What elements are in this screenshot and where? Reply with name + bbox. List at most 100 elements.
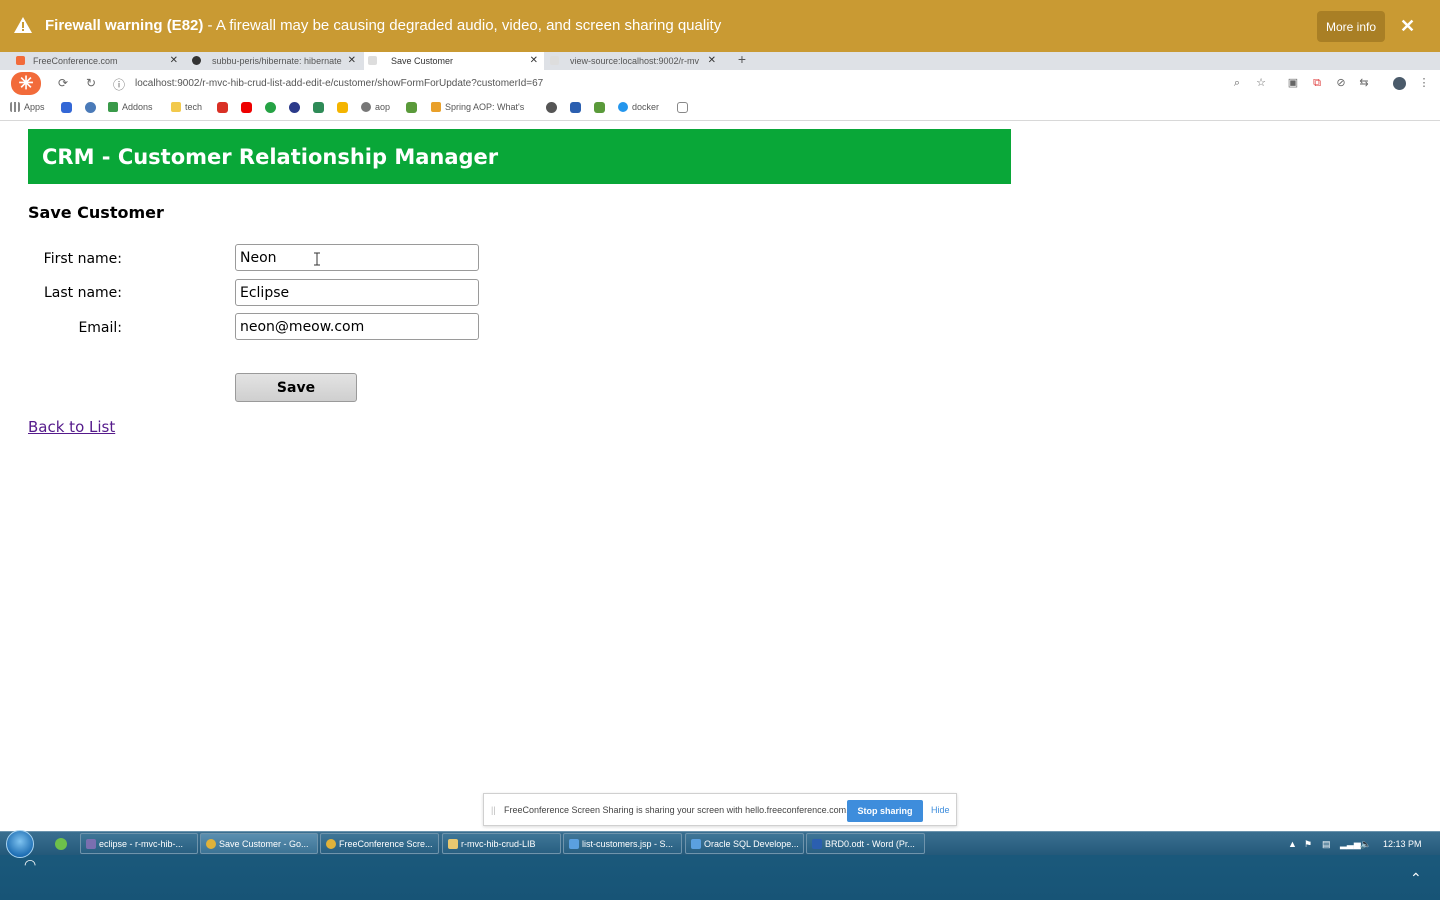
taskbar-label: list-customers.jsp - S... — [582, 838, 674, 849]
spring-bookmark-icon[interactable] — [594, 102, 605, 113]
bookmark-label: Addons — [122, 102, 153, 112]
warning-icon — [14, 17, 32, 33]
tab-label: Save Customer — [391, 56, 454, 66]
bookmark-tech[interactable]: tech — [171, 102, 202, 112]
bookmark-apps[interactable]: Apps — [10, 102, 45, 112]
last-name-field[interactable] — [235, 279, 479, 306]
whatsapp-icon[interactable] — [265, 102, 276, 113]
extension-icon[interactable]: ▣ — [1287, 77, 1299, 89]
bookmark-addons[interactable]: Addons — [108, 102, 153, 112]
tab-freeconference[interactable]: FreeConference.com ✕ — [12, 52, 184, 70]
tray-expand-icon[interactable]: ▲ — [1288, 839, 1297, 849]
freeconference-logo-icon[interactable]: ✳ — [11, 72, 41, 95]
bookmarks-bar — [0, 97, 1440, 121]
first-name-field[interactable] — [235, 244, 479, 271]
banner-text: - A firewall may be causing degraded aud… — [203, 17, 722, 34]
bookmark-aop[interactable]: aop — [361, 102, 390, 112]
crm-header-title: CRM - Customer Relationship Manager — [42, 145, 499, 169]
block-icon[interactable]: ⊘ — [1335, 77, 1347, 89]
spring-icon[interactable] — [406, 102, 417, 113]
sts-icon — [569, 839, 579, 849]
more-info-button[interactable]: More info — [1317, 11, 1385, 42]
youtube-icon[interactable] — [241, 102, 252, 113]
tab-view-source[interactable]: view-source:localhost:9002/r-mv ✕ — [546, 52, 722, 70]
back-to-list-link[interactable]: Back to List — [28, 418, 115, 436]
page-icon — [368, 56, 377, 65]
taskbar-item-word[interactable]: BRD0.odt - Word (Pr... — [806, 833, 925, 854]
hide-link[interactable]: Hide — [931, 805, 950, 815]
new-tab-icon[interactable]: + — [733, 52, 751, 66]
text-cursor-icon — [314, 252, 320, 266]
stop-sharing-button[interactable]: Stop sharing — [847, 800, 923, 822]
sync-icon[interactable]: ⇆ — [1358, 77, 1370, 89]
apps-grid-icon — [10, 102, 20, 112]
history-icon[interactable] — [85, 102, 96, 113]
quicklaunch-icon[interactable] — [55, 838, 67, 850]
word-icon — [812, 839, 822, 849]
back-icon[interactable]: ⟳ — [58, 76, 68, 90]
network-signal-icon[interactable]: ▂▃▅ — [1340, 839, 1361, 850]
email-field[interactable] — [235, 313, 479, 340]
bookmark-label: aop — [375, 102, 391, 112]
tab-label: FreeConference.com — [33, 56, 118, 66]
sharing-message: FreeConference Screen Sharing is sharing… — [504, 805, 849, 815]
profile-avatar[interactable] — [1393, 77, 1406, 90]
last-name-label: Last name: — [43, 285, 122, 301]
taskbar-label: eclipse - r-mvc-hib-... — [99, 838, 184, 849]
tray-app-icon[interactable]: ▤ — [1322, 839, 1331, 850]
close-tab-icon[interactable]: ✕ — [708, 55, 716, 66]
taskbar-item-sql-developer[interactable]: Oracle SQL Develope... — [685, 833, 804, 854]
spring-aop-icon — [431, 102, 441, 112]
puzzle-icon — [108, 102, 118, 112]
freeconference-favicon-icon — [16, 56, 25, 65]
gmail-icon[interactable] — [217, 102, 228, 113]
start-button[interactable] — [6, 830, 34, 858]
drag-handle-icon[interactable]: || — [491, 805, 496, 815]
volume-icon[interactable]: 🔈 — [1360, 839, 1371, 850]
close-icon[interactable]: ✕ — [1400, 16, 1415, 37]
reload-icon[interactable]: ↻ — [86, 76, 96, 90]
taskbar-label: Oracle SQL Develope... — [704, 838, 799, 849]
bookmark-star-icon[interactable]: ☆ — [1255, 77, 1267, 89]
banner-message: Firewall warning (E82) - A firewall may … — [45, 17, 721, 34]
bookmark-label: Apps — [24, 102, 45, 112]
crm-header: CRM - Customer Relationship Manager — [28, 129, 1011, 184]
address-bar[interactable]: localhost:9002/r-mvc-hib-crud-list-add-e… — [135, 78, 543, 89]
github-icon — [192, 56, 201, 65]
star-bookmark-icon[interactable] — [61, 102, 72, 113]
taskbar-label: r-mvc-hib-crud-LIB — [461, 838, 536, 849]
drive-icon[interactable] — [337, 102, 348, 113]
tab-label: subbu-peris/hibernate: hibernate — [212, 56, 342, 66]
taskbar-item-chrome-save-customer[interactable]: Save Customer - Go... — [200, 833, 318, 854]
taskbar-item-folder[interactable]: r-mvc-hib-crud-LIB — [442, 833, 561, 854]
bookmark-spring-aop[interactable]: Spring AOP: What's — [431, 102, 524, 112]
close-tab-icon[interactable]: ✕ — [348, 55, 356, 66]
close-tab-icon[interactable]: ✕ — [170, 55, 178, 66]
tab-save-customer[interactable]: Save Customer ✕ — [364, 52, 544, 70]
bookmark-label: Spring AOP: What's — [445, 102, 525, 112]
chrome-icon — [206, 839, 216, 849]
photos-icon[interactable] — [313, 102, 324, 113]
info-icon[interactable]: ⓘ — [113, 76, 125, 93]
wifi-icon[interactable]: ◠ — [24, 856, 36, 873]
tab-github[interactable]: subbu-peris/hibernate: hibernate ✕ — [188, 52, 362, 70]
sql-developer-icon — [691, 839, 701, 849]
chevron-up-icon[interactable]: ⌃ — [1410, 870, 1422, 887]
mvn-icon[interactable] — [570, 102, 581, 113]
folder-icon — [171, 102, 181, 112]
save-button[interactable]: Save — [235, 373, 357, 402]
taskbar-item-sts[interactable]: list-customers.jsp - S... — [563, 833, 682, 854]
taskbar-item-eclipse[interactable]: eclipse - r-mvc-hib-... — [80, 833, 198, 854]
github-bookmark-icon[interactable] — [546, 102, 557, 113]
bookmark-docker[interactable]: docker — [618, 102, 659, 112]
jio-icon[interactable] — [289, 102, 300, 113]
page-bookmark-icon[interactable] — [677, 102, 688, 113]
aop-icon — [361, 102, 371, 112]
close-tab-icon[interactable]: ✕ — [530, 55, 538, 66]
pdf-icon[interactable]: ⧉ — [1311, 77, 1323, 89]
taskbar-item-freeconference[interactable]: FreeConference Scre... — [320, 833, 439, 854]
menu-icon[interactable]: ⋮ — [1418, 77, 1430, 89]
action-center-flag-icon[interactable]: ⚑ — [1304, 839, 1312, 850]
taskbar-clock[interactable]: 12:13 PM — [1383, 839, 1422, 849]
zoom-icon[interactable]: ⌕ — [1231, 77, 1243, 89]
